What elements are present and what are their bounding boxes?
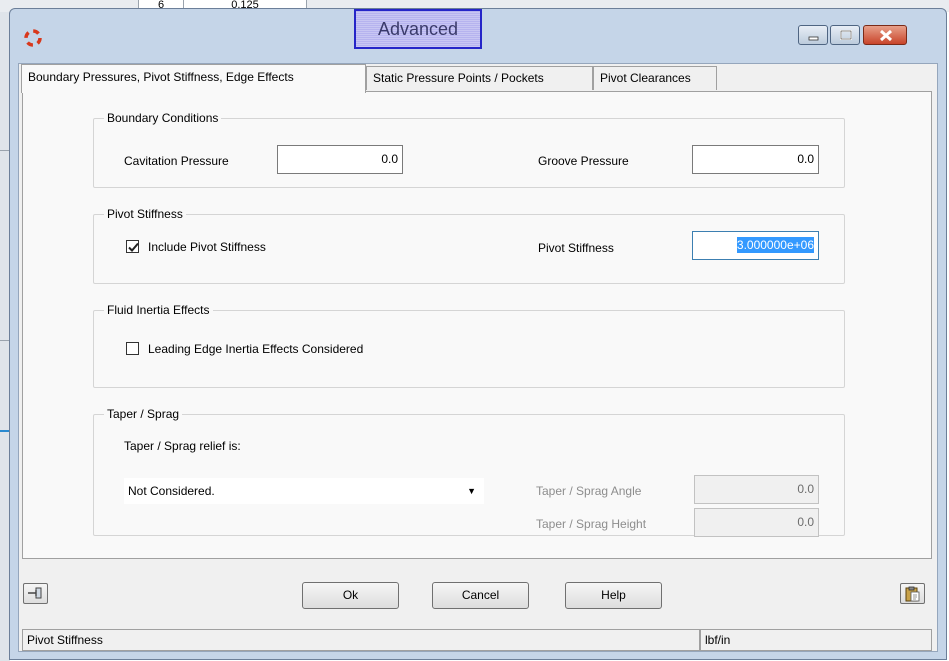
- close-icon: [879, 29, 893, 42]
- minimize-button[interactable]: [798, 25, 828, 45]
- help-button[interactable]: Help: [565, 582, 662, 609]
- include-pivot-stiffness-checkbox[interactable]: [126, 240, 139, 253]
- boundary-conditions-group: Boundary Conditions Cavitation Pressure …: [93, 111, 845, 188]
- group-title: Pivot Stiffness: [104, 207, 186, 221]
- groove-pressure-input[interactable]: 0.0: [692, 145, 819, 174]
- taper-relief-selected: Not Considered.: [128, 484, 215, 498]
- cavitation-pressure-label: Cavitation Pressure: [124, 154, 229, 168]
- include-pivot-stiffness-label[interactable]: Include Pivot Stiffness: [148, 240, 266, 254]
- groove-pressure-label: Groove Pressure: [538, 154, 629, 168]
- taper-relief-label: Taper / Sprag relief is:: [124, 439, 241, 453]
- close-button[interactable]: [863, 25, 907, 45]
- maximize-button[interactable]: [830, 25, 860, 45]
- clipboard-icon: [905, 586, 920, 602]
- pin-icon: [28, 587, 42, 599]
- advanced-dialog: Advanced Boundary Pressures, Pivot Stiff…: [9, 8, 947, 660]
- clipboard-button[interactable]: [900, 583, 925, 604]
- title-bar[interactable]: Advanced: [10, 9, 946, 61]
- dialog-client-area: Boundary Pressures, Pivot Stiffness, Edg…: [18, 63, 938, 652]
- group-title: Taper / Sprag: [104, 407, 183, 421]
- leading-edge-inertia-label[interactable]: Leading Edge Inertia Effects Considered: [148, 342, 363, 356]
- ok-button[interactable]: Ok: [302, 582, 399, 609]
- taper-height-input: 0.0: [694, 508, 819, 537]
- status-bar: Pivot Stiffness lbf/in: [22, 629, 932, 651]
- group-title: Boundary Conditions: [104, 111, 222, 125]
- window-title: Advanced: [354, 9, 482, 49]
- restore-icon: [840, 30, 852, 40]
- cavitation-pressure-input[interactable]: 0.0: [277, 145, 403, 174]
- pivot-stiffness-group: Pivot Stiffness Include Pivot Stiffness …: [93, 207, 845, 284]
- tab-boundary-pressures[interactable]: Boundary Pressures, Pivot Stiffness, Edg…: [21, 64, 366, 93]
- fluid-inertia-group: Fluid Inertia Effects Leading Edge Inert…: [93, 303, 845, 388]
- tab-pivot-clearances[interactable]: Pivot Clearances: [593, 66, 717, 90]
- cancel-button[interactable]: Cancel: [432, 582, 529, 609]
- taper-angle-input: 0.0: [694, 475, 819, 504]
- pivot-stiffness-input[interactable]: 3.000000e+06: [692, 231, 819, 260]
- pin-button[interactable]: [23, 583, 48, 604]
- minimize-icon: [808, 36, 819, 41]
- checkmark-icon: [128, 242, 139, 252]
- taper-angle-label: Taper / Sprag Angle: [536, 484, 642, 498]
- dropdown-arrow-icon[interactable]: ▼: [467, 478, 476, 504]
- tab-panel: Boundary Conditions Cavitation Pressure …: [22, 91, 932, 559]
- app-lifebuoy-icon: [24, 29, 42, 47]
- selected-text: 3.000000e+06: [736, 237, 814, 253]
- status-units: lbf/in: [700, 629, 932, 651]
- tab-static-pressure-points[interactable]: Static Pressure Points / Pockets: [366, 66, 593, 90]
- taper-relief-select[interactable]: Not Considered. ▼: [124, 478, 484, 504]
- group-title: Fluid Inertia Effects: [104, 303, 213, 317]
- taper-height-label: Taper / Sprag Height: [536, 517, 647, 531]
- status-message: Pivot Stiffness: [22, 629, 700, 651]
- leading-edge-inertia-checkbox[interactable]: [126, 342, 139, 355]
- taper-sprag-group: Taper / Sprag Taper / Sprag relief is: N…: [93, 407, 845, 537]
- pivot-stiffness-label: Pivot Stiffness: [538, 241, 614, 255]
